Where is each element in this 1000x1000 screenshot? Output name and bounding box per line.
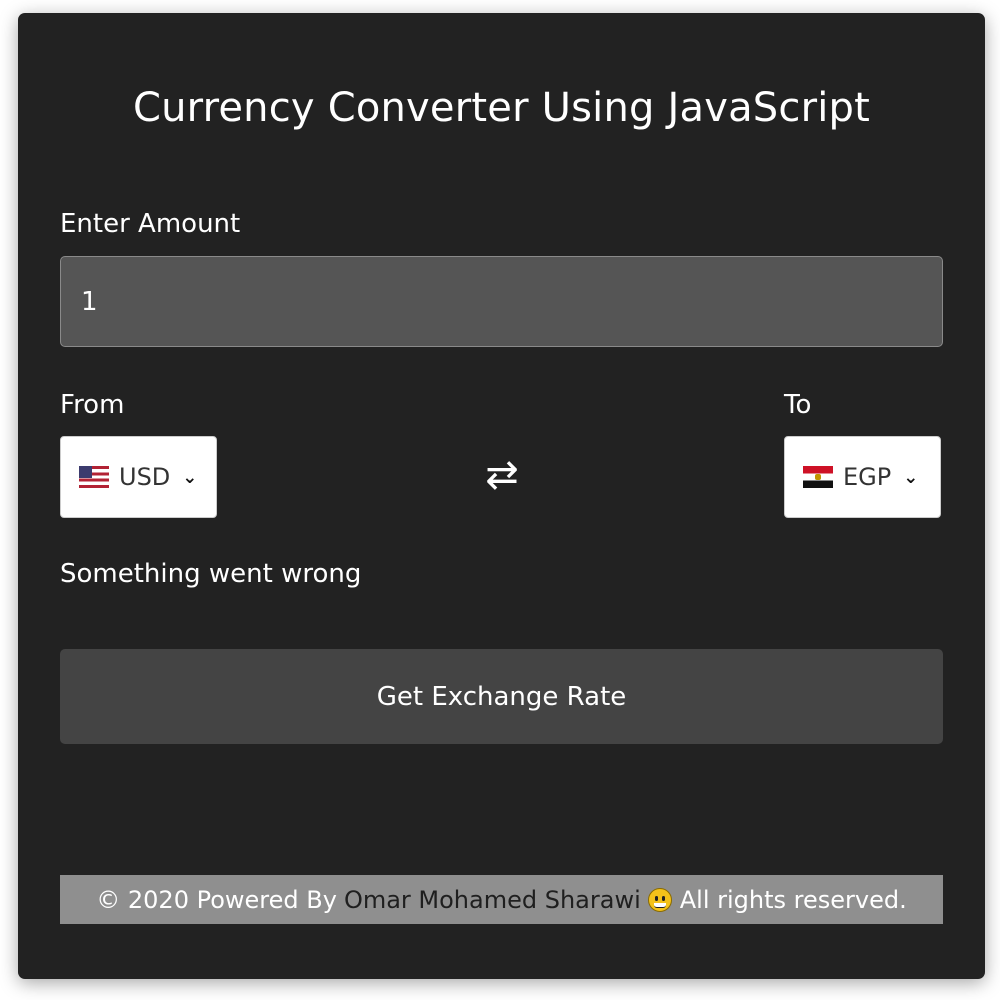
egypt-flag-icon (803, 466, 833, 488)
get-exchange-rate-button[interactable]: Get Exchange Rate (60, 649, 943, 744)
chevron-down-icon: ⌄ (182, 466, 198, 488)
from-label: From (60, 390, 125, 420)
status-message: Something went wrong (60, 559, 362, 589)
to-currency-code: EGP (843, 463, 892, 491)
chevron-down-icon: ⌄ (903, 466, 919, 488)
amount-input[interactable] (60, 256, 943, 347)
footer-prefix: © 2020 Powered By (96, 885, 337, 914)
page-title: Currency Converter Using JavaScript (132, 85, 871, 131)
to-label: To (784, 390, 812, 420)
from-currency-select[interactable]: USD ⌄ (60, 436, 217, 518)
footer-suffix: All rights reserved. (679, 885, 907, 914)
amount-label: Enter Amount (60, 209, 241, 239)
swap-arrows-icon[interactable]: ⇄ (480, 453, 524, 497)
author-link[interactable]: Omar Mohamed Sharawi (344, 886, 641, 914)
to-currency-select[interactable]: EGP ⌄ (784, 436, 941, 518)
footer: © 2020 Powered By Omar Mohamed Sharawi A… (60, 875, 943, 924)
us-flag-icon (79, 466, 109, 488)
converter-card: Currency Converter Using JavaScript Ente… (18, 13, 985, 979)
grinning-face-icon (647, 887, 672, 912)
from-currency-code: USD (119, 463, 171, 491)
